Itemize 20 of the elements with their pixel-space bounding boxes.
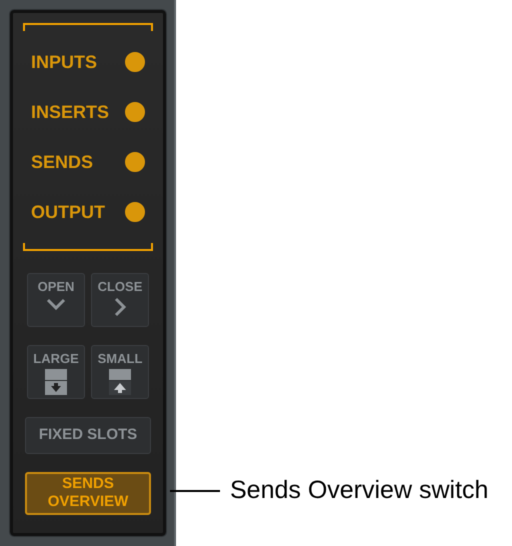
section-label: INSERTS [31,102,110,122]
section-label: OUTPUT [31,202,105,222]
indicator-dot[interactable] [125,102,145,122]
up-arrow-icon [109,369,131,395]
view-button[interactable]: SMALL [91,345,149,399]
leader-line [170,490,220,492]
section-label: SENDS [31,152,94,172]
chevron-right-icon [113,297,127,317]
toggle-switch[interactable]: SENDS OVERVIEW [25,472,151,515]
toggle-switch[interactable]: FIXED SLOTS [25,417,151,454]
section-label: INPUTS [31,52,98,72]
indicator-dot[interactable] [125,52,145,72]
callout-label: Sends Overview switch [230,476,488,505]
view-button[interactable]: CLOSE [91,273,149,327]
down-arrow-icon [45,369,67,395]
indicator-dot[interactable] [125,202,145,222]
view-button[interactable]: LARGE [27,345,85,399]
view-button[interactable]: OPEN [27,273,85,327]
indicator-dot[interactable] [125,152,145,172]
chevron-down-icon [45,297,67,311]
